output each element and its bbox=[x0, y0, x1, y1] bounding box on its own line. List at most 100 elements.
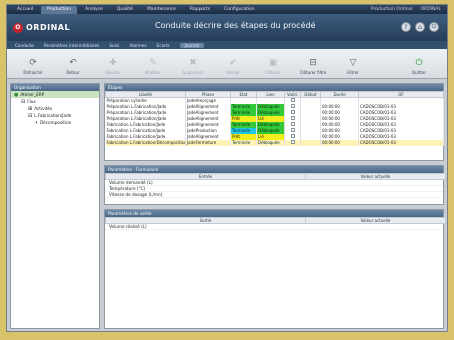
tree-item[interactable]: ● Atelier_ERP bbox=[11, 91, 99, 98]
toolbar-button-label: Retour bbox=[66, 70, 80, 75]
validation-checkbox[interactable] bbox=[290, 116, 295, 120]
column-header[interactable]: Entrée bbox=[105, 173, 306, 180]
column-header[interactable]: Valeur actuelle bbox=[305, 173, 446, 180]
toolbar-button[interactable]: ✖ Supprimer bbox=[173, 58, 213, 75]
validation-checkbox[interactable] bbox=[290, 128, 295, 132]
menu-tab[interactable]: Qualité bbox=[111, 6, 139, 14]
resultats-table: Sortie Valeur actuelle bbox=[105, 217, 446, 224]
validation-checkbox[interactable] bbox=[290, 140, 295, 144]
edit-icon: ✎ bbox=[149, 58, 157, 68]
subnav-item[interactable]: Paramètres intermédiaires bbox=[44, 43, 99, 48]
resultats-header: Paramètres de sortie bbox=[105, 210, 443, 217]
menu-tab[interactable]: Configuration bbox=[218, 6, 261, 14]
tree-item-label: Décomposition bbox=[39, 120, 72, 125]
close-step-icon: ▣ bbox=[268, 58, 278, 68]
tree-item[interactable]: ⊟ Flux bbox=[11, 98, 99, 105]
tree-item-label: Activités bbox=[34, 106, 53, 111]
tree-item-label: Atelier_ERP bbox=[20, 92, 45, 97]
tree-item[interactable]: • Décomposition bbox=[11, 119, 99, 126]
right-area: Étapes Libellé Phase Etat Lien Valid. Début Du… bbox=[104, 83, 446, 329]
menu-right-item[interactable]: Production Ordinal bbox=[371, 7, 413, 12]
title-icons: ? ⌂ ⏻ bbox=[401, 22, 439, 32]
column-header[interactable]: Valeur actuelle bbox=[305, 217, 446, 224]
result-row[interactable]: Volume réalisé (L) bbox=[105, 224, 443, 230]
menu-tab[interactable]: Accueil bbox=[11, 6, 39, 14]
subnav-item[interactable]: Ecarts bbox=[157, 43, 170, 48]
tree-item[interactable]: ⊞ Activités bbox=[11, 105, 99, 112]
toolbar-button[interactable]: ✚ Ajouter bbox=[93, 58, 133, 75]
toolbar-button[interactable]: ▣ Clôturer bbox=[253, 58, 293, 75]
validation-checkbox[interactable] bbox=[290, 110, 295, 114]
exit-icon: ⏻ bbox=[415, 58, 423, 68]
parameter-row[interactable]: Vitesse de dosage (L/mn) bbox=[105, 192, 443, 198]
table-cell bbox=[300, 139, 321, 146]
subnav-item[interactable]: Suivi bbox=[109, 43, 119, 48]
etapes-section: Étapes Libellé Phase Etat Lien Valid. Début Du… bbox=[104, 83, 444, 161]
table-row[interactable]: Fabrication L.Fabrication/Jade JadeAligne… bbox=[105, 121, 444, 128]
subnav-item[interactable]: Conduite bbox=[15, 43, 34, 48]
parametres-table: Entrée Valeur actuelle bbox=[105, 173, 446, 180]
ordinal-logo: O ORDINAL bbox=[13, 22, 70, 33]
exit-label: Quitter bbox=[411, 70, 427, 75]
menu-bar: Accueil Production Analyse Qualité Maintenan… bbox=[7, 5, 447, 14]
leaf-icon: • bbox=[35, 119, 38, 126]
table-row[interactable]: Fabrication L.Fabrication/Décomposition J… bbox=[105, 139, 444, 146]
table-cell: JadeFermeture bbox=[185, 139, 231, 146]
toolbar-button-label: Ajouter bbox=[105, 70, 121, 75]
table-cell: Débloquée bbox=[256, 139, 285, 146]
funnel-icon: ▽ bbox=[349, 58, 357, 68]
menu-tab[interactable]: Maintenance bbox=[141, 6, 182, 14]
power-icon[interactable]: ⏻ bbox=[429, 22, 439, 32]
table-cell: Fabrication L.Fabrication/Décomposition bbox=[105, 139, 186, 146]
tree-item-label: L.Fabrication/Jade bbox=[34, 113, 72, 118]
table-cell bbox=[284, 139, 301, 146]
toolbar-button[interactable]: ↶ Retour bbox=[53, 58, 93, 75]
table-cell: CADOSCOB/01-03 bbox=[358, 139, 444, 146]
organisation-tree: ● Atelier_ERP ⊟ Flux ⊞ Activités ⊟ L.Fabricatio… bbox=[11, 91, 99, 126]
home-icon[interactable]: ⌂ bbox=[415, 22, 425, 32]
parametres-header-row: Entrée Valeur actuelle bbox=[105, 173, 446, 180]
table-cell: Terminée bbox=[230, 139, 257, 146]
toolbar-button-label: Filtrer bbox=[347, 70, 359, 75]
toolbar-button-label: Clôturer filtre bbox=[299, 70, 327, 75]
validation-checkbox[interactable] bbox=[290, 104, 295, 108]
filter-icon: ⊟ bbox=[309, 58, 317, 68]
menu-tab[interactable]: Analyse bbox=[79, 6, 109, 14]
validation-checkbox[interactable] bbox=[290, 122, 295, 126]
add-icon: ✚ bbox=[109, 58, 117, 68]
validation-checkbox[interactable] bbox=[290, 134, 295, 138]
table-row[interactable]: Fabrication L.Fabrication/Jade JadeProduc… bbox=[105, 127, 444, 134]
etapes-table: Libellé Phase Etat Lien Valid. Début Durée OF P… bbox=[105, 91, 444, 146]
resultats-header-row: Sortie Valeur actuelle bbox=[105, 217, 446, 224]
toolbar-button[interactable]: ⊟ Clôturer filtre bbox=[293, 58, 333, 75]
table-row[interactable]: Préparation L.Fabrication/Jade JadeAligne… bbox=[105, 103, 444, 110]
exit-button[interactable]: ⏻ Quitter bbox=[399, 58, 439, 75]
subnav-item[interactable]: Journal bbox=[179, 42, 205, 48]
menu-tab[interactable]: Rapports bbox=[184, 6, 216, 14]
page-title: Conduite décrire des étapes du procédé bbox=[155, 21, 316, 30]
toolbar-button[interactable]: ✎ Modifier bbox=[133, 58, 173, 75]
organisation-header: Organisation bbox=[11, 84, 99, 91]
organisation-panel: Organisation ● Atelier_ERP ⊟ Flux ⊞ Activités… bbox=[10, 83, 100, 329]
node-icon: ⊞ bbox=[28, 105, 33, 112]
table-row[interactable]: Préparation L.Fabrication/Jade JadeAligne… bbox=[105, 109, 444, 116]
toolbar-button[interactable]: ▽ Filtrer bbox=[333, 58, 373, 75]
toolbar-button[interactable]: ✔ Valider bbox=[213, 58, 253, 75]
toolbar-button[interactable]: ⟳ Rafraichir bbox=[13, 58, 53, 75]
menu-right-item[interactable]: ORDINAL bbox=[421, 7, 441, 12]
tree-item[interactable]: ⊟ L.Fabrication/Jade bbox=[11, 112, 99, 119]
resultats-section: Paramètres de sortie Sortie Valeur actuel… bbox=[104, 209, 446, 329]
column-header[interactable]: Sortie bbox=[105, 217, 306, 224]
folder-icon: ⊟ bbox=[21, 98, 26, 105]
validation-checkbox[interactable] bbox=[290, 98, 295, 103]
validate-icon: ✔ bbox=[229, 58, 237, 68]
table-cell: 00:00:00 bbox=[320, 139, 359, 146]
subnav-item[interactable]: Alarmes bbox=[129, 43, 146, 48]
back-icon: ↶ bbox=[69, 58, 77, 68]
help-icon[interactable]: ? bbox=[401, 22, 411, 32]
title-band: O ORDINAL Conduite décrire des étapes du… bbox=[7, 14, 447, 41]
main-area: Organisation ● Atelier_ERP ⊟ Flux ⊞ Activités… bbox=[7, 80, 447, 331]
menu-tab[interactable]: Production bbox=[41, 5, 78, 14]
toolbar-button-label: Modifier bbox=[144, 70, 162, 75]
resultats-list: Volume réalisé (L) bbox=[105, 224, 443, 230]
